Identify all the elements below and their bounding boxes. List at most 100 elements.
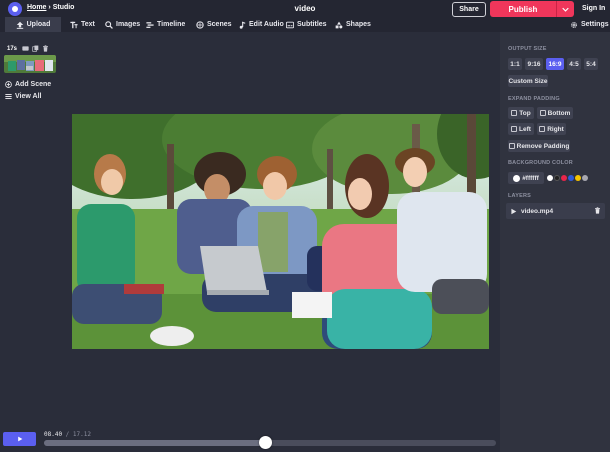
ratio-5-4-button[interactable]: 5:4 xyxy=(584,58,598,70)
checkbox-icon xyxy=(511,126,518,132)
timeline-icon xyxy=(146,21,154,28)
checkbox-icon xyxy=(539,126,546,132)
layer-item-video[interactable]: video.mp4 xyxy=(506,203,605,219)
upload-icon xyxy=(16,21,23,29)
shapes-tab-label: Shapes xyxy=(346,21,371,28)
custom-size-button[interactable]: Custom Size xyxy=(508,75,548,87)
text-tab[interactable]: Text xyxy=(70,17,95,32)
text-tab-label: Text xyxy=(81,21,95,28)
caption-icon[interactable] xyxy=(22,45,29,52)
sign-in-link[interactable]: Sign In xyxy=(582,5,605,12)
play-icon xyxy=(17,436,22,442)
palette-yellow-swatch[interactable] xyxy=(575,175,581,181)
checkbox-icon xyxy=(511,110,518,116)
scene-actions xyxy=(22,45,49,52)
images-tab[interactable]: Images xyxy=(105,17,140,32)
add-scene-label: Add Scene xyxy=(15,81,52,88)
view-all-label: View All xyxy=(15,93,42,100)
breadcrumb-home-link[interactable]: Home xyxy=(27,4,46,11)
search-icon xyxy=(105,20,113,29)
ratio-9-16-button[interactable]: 9:16 xyxy=(525,58,543,70)
scene-duration: 17s xyxy=(7,46,18,52)
padding-top-button[interactable]: Top xyxy=(508,107,534,119)
chevron-down-icon xyxy=(562,7,569,12)
background-color-heading: BACKGROUND COLOR xyxy=(508,160,573,166)
publish-button[interactable]: Publish xyxy=(490,1,556,17)
scenes-tab-label: Scenes xyxy=(207,21,232,28)
layer-name: video.mp4 xyxy=(521,207,554,215)
shapes-icon xyxy=(335,21,343,28)
background-color-picker[interactable]: #ffffff xyxy=(508,172,544,184)
scene-thumbnail[interactable] xyxy=(4,55,56,73)
play-icon xyxy=(511,208,517,214)
scenes-icon xyxy=(196,20,204,29)
timeline-tab[interactable]: Timeline xyxy=(146,17,185,32)
subtitles-tab[interactable]: Subtitles xyxy=(286,17,327,32)
edit-audio-tab-label: Edit Audio xyxy=(249,21,284,28)
breadcrumb: Home › Studio xyxy=(27,4,74,11)
properties-panel xyxy=(500,32,610,452)
project-title[interactable]: video xyxy=(295,4,316,13)
timecode: 08.40 / 17.12 xyxy=(44,431,91,438)
ratio-16-9-button[interactable]: 16:9 xyxy=(546,58,564,70)
expand-padding-heading: EXPAND PADDING xyxy=(508,96,560,102)
upload-tab-label: Upload xyxy=(26,21,51,28)
gear-icon xyxy=(571,21,577,28)
color-palette xyxy=(547,175,588,181)
publish-dropdown-button[interactable] xyxy=(556,1,574,17)
edit-audio-tab[interactable]: Edit Audio xyxy=(238,17,284,32)
color-swatch xyxy=(513,174,521,182)
text-icon xyxy=(70,21,78,28)
padding-left-label: Left xyxy=(519,125,531,133)
play-button[interactable] xyxy=(3,432,36,446)
copy-icon[interactable] xyxy=(32,45,39,52)
scenes-tab[interactable]: Scenes xyxy=(196,17,232,32)
video-preview-canvas[interactable] xyxy=(72,114,489,349)
trash-icon[interactable] xyxy=(42,45,49,52)
plus-circle-icon xyxy=(5,81,12,88)
images-tab-label: Images xyxy=(116,21,141,28)
padding-right-label: Right xyxy=(547,125,564,133)
timeline-progress-fill xyxy=(44,440,266,446)
share-button[interactable]: Share xyxy=(452,2,486,17)
app-logo-icon[interactable] xyxy=(8,2,22,16)
add-scene-button[interactable]: Add Scene xyxy=(5,81,51,88)
subtitles-tab-label: Subtitles xyxy=(297,21,327,28)
background-color-value: #ffffff xyxy=(522,174,539,182)
remove-padding-label: Remove Padding xyxy=(516,142,570,150)
timeline-scrubber-handle[interactable] xyxy=(258,436,272,449)
view-all-button[interactable]: View All xyxy=(5,93,41,100)
list-icon xyxy=(5,94,12,99)
music-note-icon xyxy=(239,21,246,29)
upload-tab[interactable]: Upload xyxy=(5,17,61,32)
palette-red-swatch[interactable] xyxy=(561,175,567,181)
padding-bottom-button[interactable]: Bottom xyxy=(537,107,573,119)
editor-toolbar: Upload Text Images Timeline Scenes Edit … xyxy=(0,17,610,32)
timeline-tab-label: Timeline xyxy=(157,21,186,28)
checkbox-icon xyxy=(508,143,515,149)
subtitles-icon xyxy=(286,21,294,28)
trash-icon[interactable] xyxy=(594,207,601,214)
ratio-4-5-button[interactable]: 4:5 xyxy=(567,58,581,70)
top-bar: Home › Studio video Share Publish Sign I… xyxy=(0,0,610,17)
layers-heading: LAYERS xyxy=(508,193,532,199)
ratio-1-1-button[interactable]: 1:1 xyxy=(508,58,522,70)
breadcrumb-current: Studio xyxy=(52,4,75,11)
padding-right-button[interactable]: Right xyxy=(537,123,566,135)
padding-left-button[interactable]: Left xyxy=(508,123,534,135)
remove-padding-button[interactable]: Remove Padding xyxy=(508,140,570,152)
video-frame-image xyxy=(72,114,489,349)
palette-gray-swatch[interactable] xyxy=(582,175,588,181)
current-time: 08.40 xyxy=(44,431,63,438)
padding-top-label: Top xyxy=(519,109,531,117)
settings-label: Settings xyxy=(581,21,609,28)
checkbox-icon xyxy=(539,110,546,116)
palette-white-swatch[interactable] xyxy=(547,175,553,181)
padding-bottom-label: Bottom xyxy=(547,109,571,117)
palette-blue-swatch[interactable] xyxy=(568,175,574,181)
scene-thumbnail-image xyxy=(4,55,56,73)
shapes-tab[interactable]: Shapes xyxy=(335,17,371,32)
settings-button[interactable]: Settings xyxy=(570,17,609,32)
output-size-heading: OUTPUT SIZE xyxy=(508,46,547,52)
palette-black-swatch[interactable] xyxy=(554,175,560,181)
